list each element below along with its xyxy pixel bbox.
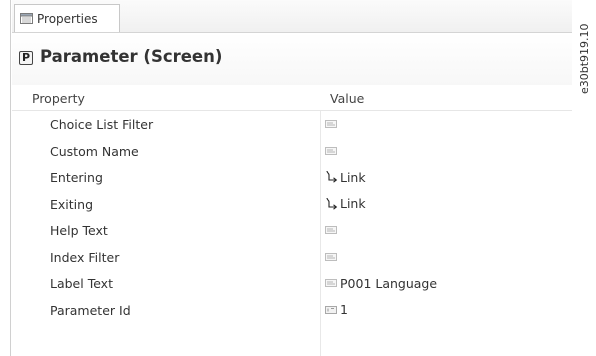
property-grid-header: Property Value <box>12 88 572 111</box>
property-name: Index Filter <box>50 249 120 265</box>
property-value-text: 1 <box>340 302 348 317</box>
table-row[interactable]: Help Text <box>12 217 572 244</box>
link-arrow-icon <box>326 197 338 210</box>
property-value[interactable]: Link <box>325 168 366 186</box>
table-row[interactable]: Entering Link <box>12 164 572 191</box>
panel-left-border <box>10 0 11 356</box>
property-name: Custom Name <box>50 143 139 159</box>
property-grid: Property Value Choice List Filter Custom … <box>12 88 572 323</box>
property-rows: Choice List Filter Custom Name Entering Lin… <box>12 111 572 323</box>
column-header-property[interactable]: Property <box>32 91 85 106</box>
column-header-value[interactable]: Value <box>330 91 364 106</box>
text-value-icon <box>325 279 337 287</box>
page-title: Parameter (Screen) <box>40 47 223 66</box>
property-value-text: P001 Language <box>340 275 438 291</box>
table-row[interactable]: Custom Name <box>12 138 572 165</box>
property-name: Label Text <box>50 276 113 291</box>
properties-window-icon <box>20 13 33 24</box>
property-name: Choice List Filter <box>50 117 154 132</box>
property-name: Help Text <box>50 223 108 238</box>
link-arrow-icon <box>326 170 338 183</box>
property-value[interactable] <box>325 221 340 239</box>
text-value-icon <box>325 226 337 234</box>
text-value-icon <box>325 146 337 155</box>
property-value[interactable] <box>325 142 340 160</box>
property-name: Exiting <box>50 196 93 212</box>
figure-code: e30bt919.10 <box>578 23 591 94</box>
property-name: Entering <box>50 170 103 185</box>
tab-properties[interactable]: Properties <box>14 4 120 32</box>
table-row[interactable]: Index Filter <box>12 244 572 271</box>
property-value[interactable] <box>325 115 340 133</box>
property-value[interactable]: P001 Language <box>325 274 437 292</box>
text-value-icon <box>325 120 337 128</box>
property-value[interactable]: 1 <box>325 301 348 319</box>
table-row[interactable]: Parameter Id 1 <box>12 297 572 324</box>
tab-properties-label: Properties <box>37 11 98 26</box>
tab-strip: Properties <box>12 0 572 33</box>
number-value-icon <box>325 305 337 314</box>
table-row[interactable]: Choice List Filter <box>12 111 572 138</box>
property-value[interactable]: Link <box>325 195 366 213</box>
property-value-text: Link <box>340 169 366 185</box>
parameter-p-icon: P <box>19 51 33 65</box>
properties-panel: Properties P Parameter (Screen) Property… <box>12 0 572 356</box>
properties-header: P Parameter (Screen) <box>12 33 572 85</box>
table-row[interactable]: Label Text P001 Language <box>12 270 572 297</box>
property-value[interactable] <box>325 248 340 266</box>
property-value-text: Link <box>340 196 366 211</box>
text-value-icon <box>325 252 337 261</box>
table-row[interactable]: Exiting Link <box>12 191 572 218</box>
property-name: Parameter Id <box>50 302 131 318</box>
